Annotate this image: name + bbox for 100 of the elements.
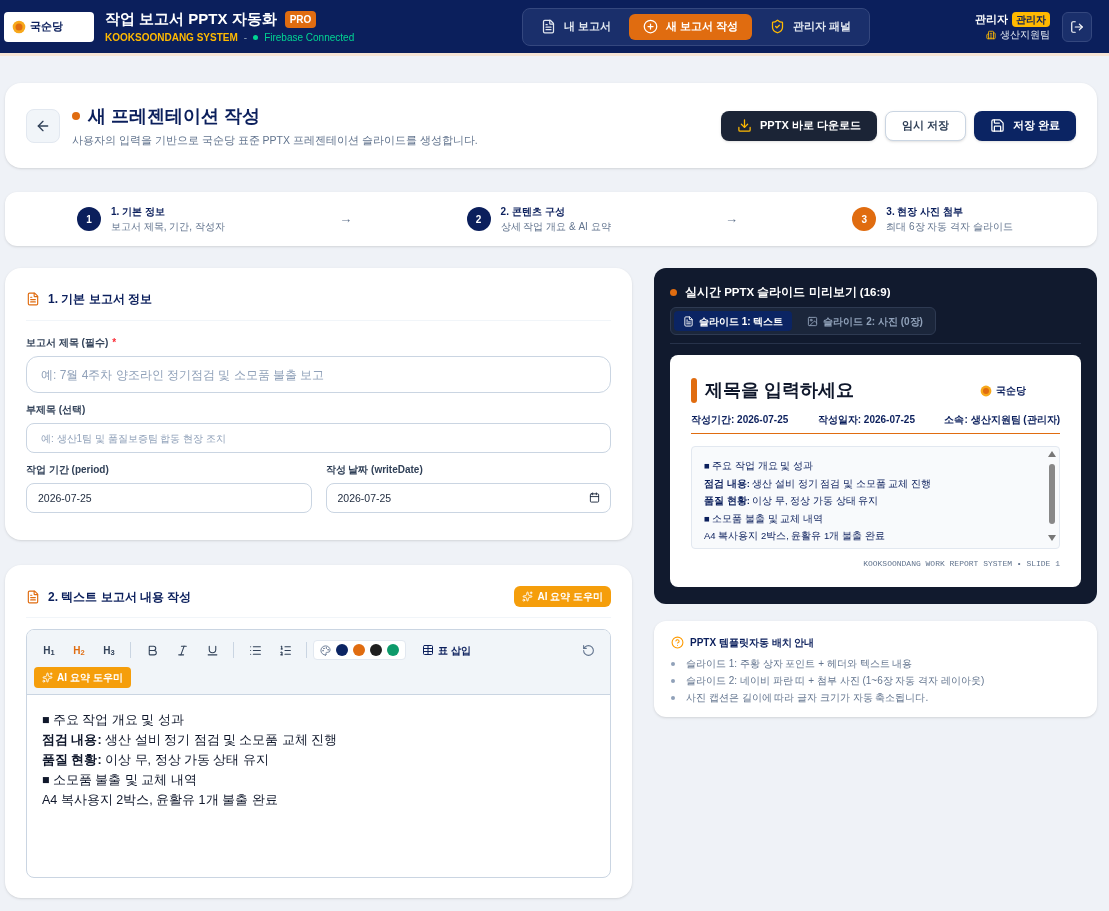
logout-icon (1070, 19, 1084, 34)
sparkle-icon (42, 672, 53, 683)
color-swatch[interactable] (370, 644, 382, 656)
slide-line: ■ 주요 작업 개요 및 성과 (704, 459, 814, 474)
step-subtitle: 보고서 제목, 기간, 작성자 (111, 220, 225, 234)
guide-item: 슬라이드 1: 주황 상자 포인트 + 헤더와 텍스트 내용 (686, 657, 913, 671)
team-name: 생산지원팀 (1000, 28, 1050, 43)
document-icon (683, 315, 694, 327)
step-arrow: → (338, 210, 354, 229)
slide-footer: KOOKSOONDANG WORK REPORT SYSTEM • SLIDE 1 (691, 558, 1060, 571)
back-button[interactable] (26, 108, 60, 143)
step-arrow: → (723, 210, 739, 229)
logout-button[interactable] (1062, 11, 1092, 42)
page-title: 새 프레젠테이션 작성 (88, 104, 260, 128)
field-label: 작성 날짜 (writeDate) (325, 463, 424, 477)
bullet-icon (671, 678, 675, 683)
draft-button[interactable]: 임시 저장 (884, 110, 966, 141)
image-icon (807, 315, 819, 327)
guide-item: 사진 캡션은 길이에 따라 글자 크기가 자동 축소됩니다. (686, 691, 929, 705)
underline-icon (205, 643, 219, 657)
slide-accent-bar (691, 378, 697, 404)
editor-body[interactable]: ■ 주요 작업 개요 및 성과 점검 내용: 생산 설비 정기 점검 및 소모품 교체 진행 품질 현황: 이상 무, 정상 가동 상태 유지 ■ 소모품 불출 및 교체 내역 A4 복사용지 2박스, 윤활유 1개 불출 완료 (27, 695, 610, 877)
step-number: 3 (852, 207, 877, 231)
slide-tab[interactable]: 슬라이드 2: 사진 (0장) (798, 311, 932, 332)
editor-line: 품질 현황: 이상 무, 정상 가동 상태 유지 (42, 752, 270, 769)
text-field[interactable]: 예: 생산1팀 및 품질보증팀 합동 현장 조치 (26, 423, 611, 453)
document-icon (26, 292, 40, 306)
connection-status: Firebase Connected (264, 31, 355, 46)
bullet-list-icon (248, 643, 262, 657)
step-number: 2 (466, 207, 491, 231)
editor-line: ■ 주요 작업 개요 및 성과 (42, 712, 185, 729)
step-title: 1. 기본 정보 (111, 205, 166, 219)
nav-tab[interactable]: 내 보고서 (527, 13, 626, 40)
sparkle-icon (522, 591, 534, 602)
color-swatch[interactable] (387, 644, 399, 656)
step-subtitle: 상세 작업 개요 & AI 요약 (500, 220, 611, 234)
text-field[interactable]: 2026-07-25 (26, 483, 312, 513)
slide-logo-text: 국순당 (996, 384, 1026, 399)
field-label: 작업 기간 (period) (26, 463, 110, 477)
numbered-list-icon (278, 643, 292, 657)
document-icon (541, 19, 557, 34)
nav-tab[interactable]: 관리자 패널 (756, 13, 866, 40)
shield-icon (770, 19, 786, 34)
section-title: 2. 텍스트 보고서 내용 작성 (48, 588, 192, 606)
bullet-icon (671, 695, 675, 700)
help-icon (671, 636, 684, 649)
download-button[interactable]: PPTX 바로 다운로드 (721, 110, 877, 141)
logo-icon (980, 384, 992, 397)
slide-line: ■ 소모품 불출 및 교체 내역 (704, 511, 824, 526)
system-name: KOOKSOONDANG SYSTEM (105, 31, 238, 46)
required-mark: * (112, 336, 117, 350)
logo-icon (12, 19, 26, 34)
calendar-icon (589, 492, 600, 503)
bullet-icon (671, 661, 675, 666)
guide-title: PPTX 템플릿자동 배치 안내 (690, 636, 815, 650)
role-badge: 관리자 (1012, 11, 1050, 27)
section-title: 1. 기본 보고서 정보 (48, 291, 152, 308)
preview-title: 실시간 PPTX 슬라이드 미리보기 (16:9) (685, 285, 891, 300)
editor-line: ■ 소모품 불출 및 교체 내역 (42, 772, 198, 789)
step-title: 3. 현장 사진 첨부 (886, 205, 964, 219)
slide-meta: 작성기간: 2026-07-25 (691, 413, 789, 428)
step-title: 2. 콘텐츠 구성 (500, 205, 566, 219)
palette-icon (320, 644, 331, 656)
italic-icon (175, 643, 189, 657)
slide-meta: 소속: 생산지원팀 (관리자) (944, 413, 1060, 428)
editor-line: 점검 내용: 생산 설비 정기 점검 및 소모품 교체 진행 (42, 732, 339, 749)
pro-badge: PRO (284, 10, 317, 28)
insert-table-button[interactable]: 표 삽입 (422, 642, 471, 658)
slide-tab[interactable]: 슬라이드 1: 텍스트 (674, 311, 793, 332)
slide-line: A4 복사용지 2박스, 윤활유 1개 불출 완료 (704, 529, 886, 544)
slide-line: 품질 현황: 이상 무, 정상 가동 상태 유지 (704, 494, 880, 509)
field-label: 부제목 (선택) (26, 403, 86, 417)
table-icon (422, 644, 434, 656)
document-icon (26, 589, 40, 604)
slide-line: 점검 내용: 생산 설비 정기 점검 및 소모품 교체 진행 (704, 476, 932, 491)
undo-icon (582, 643, 595, 657)
building-icon (986, 29, 996, 40)
download-icon (737, 118, 753, 133)
guide-item: 슬라이드 2: 네이비 파란 띠 + 첨부 사진 (1~6장 자동 격자 레이아웃) (686, 674, 985, 688)
text-field[interactable]: 예: 7월 4주차 양조라인 정기점검 및 소모품 불출 보고 (26, 356, 611, 393)
step-number: 1 (77, 207, 101, 231)
slide-meta: 작성일자: 2026-07-25 (817, 413, 915, 428)
separator-text: - (243, 31, 248, 46)
heading-button[interactable]: H$_{1}$ (34, 642, 64, 658)
date-field[interactable]: 2026-07-25 (325, 483, 611, 513)
user-name: 관리자 (975, 11, 1008, 27)
heading-button[interactable]: H$_{3}$ (94, 642, 124, 658)
field-label: 보고서 제목 (필수) (26, 336, 109, 350)
app-title: 작업 보고서 PPTX 자동화 (105, 8, 277, 29)
step-subtitle: 최대 6장 자동 격자 슬라이드 (886, 220, 1013, 234)
editor-line: A4 복사용지 2박스, 윤활유 1개 불출 완료 (42, 792, 279, 809)
page-description: 사용자의 입력을 기반으로 국순당 표준 PPTX 프레젠테이션 슬라이드를 생성합니다. (72, 132, 478, 148)
undo-button[interactable] (582, 643, 595, 657)
logo-text: 국순당 (30, 19, 63, 35)
plus-circle-icon (643, 19, 659, 34)
save-icon (989, 118, 1005, 133)
slide-title: 제목을 입력하세요 (705, 379, 854, 403)
color-swatch[interactable] (336, 644, 348, 656)
color-swatch[interactable] (353, 644, 365, 656)
save-button[interactable]: 저장 완료 (973, 110, 1076, 141)
